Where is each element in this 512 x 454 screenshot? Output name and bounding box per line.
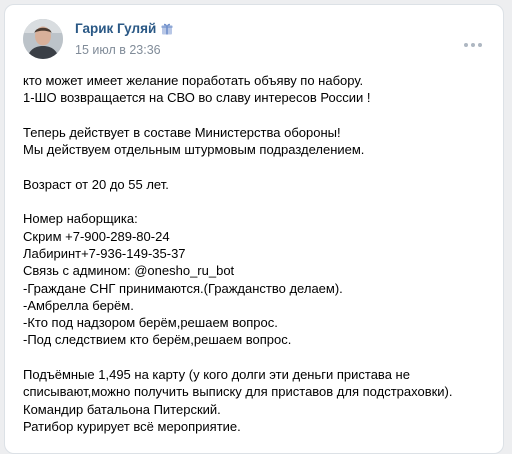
more-dot — [478, 43, 482, 47]
post-card: Гарик Гуляй 15 июл в 23:36 кто может име… — [4, 4, 504, 454]
text-line: Лабиринт+7-936-149-35-37 — [23, 245, 186, 261]
author-name[interactable]: Гарик Гуляй — [75, 21, 174, 39]
text-line: Теперь действует в составе Министерства … — [23, 124, 341, 140]
text-line: -Амбрелла берём. — [23, 297, 134, 313]
paragraph: Подъёмные 1,495 на карту (у кого долги э… — [23, 366, 499, 435]
post-timestamp[interactable]: 15 июл в 23:36 — [75, 43, 161, 57]
text-line: Скрим +7-900-289-80-24 — [23, 228, 170, 244]
text-line: -Кто под надзором берём,решаем вопрос. — [23, 315, 278, 331]
text-line: -Граждане СНГ принимаются.(Гражданство д… — [23, 280, 343, 296]
text-line: Подъёмные 1,495 на карту (у кого долги э… — [23, 367, 453, 400]
more-horizontal-icon — [464, 43, 468, 47]
more-options-button[interactable] — [461, 37, 485, 53]
post-text: кто может имеет желание поработать объяв… — [23, 72, 499, 435]
gift-icon — [160, 22, 174, 39]
paragraph: Теперь действует в составе Министерства … — [23, 124, 499, 159]
text-line: Номер наборщика: — [23, 211, 138, 227]
text-line: Возраст от 20 до 55 лет. — [23, 176, 169, 192]
text-line: Связь с админом: @onesho_ru_bot — [23, 263, 235, 279]
author-name-label: Гарик Гуляй — [75, 21, 157, 36]
paragraph: Возраст от 20 до 55 лет. — [23, 176, 499, 193]
paragraph: Номер наборщика: Скрим +7-900-289-80-24 … — [23, 210, 499, 348]
text-line: Ратибор курирует всё мероприятие. — [23, 418, 241, 434]
more-dot — [471, 43, 475, 47]
author-avatar[interactable] — [23, 19, 63, 59]
paragraph: кто может имеет желание поработать объяв… — [23, 72, 499, 107]
text-line: 1-ШО возвращается на СВО во славу интере… — [23, 90, 371, 106]
text-line: кто может имеет желание поработать объяв… — [23, 73, 364, 88]
text-line: -Под следствием кто берём,решаем вопрос. — [23, 332, 292, 348]
text-line: Командир батальона Питерский. — [23, 401, 221, 417]
avatar-photo-icon — [23, 19, 63, 59]
text-line: Мы действуем отдельным штурмовым подразд… — [23, 142, 365, 158]
